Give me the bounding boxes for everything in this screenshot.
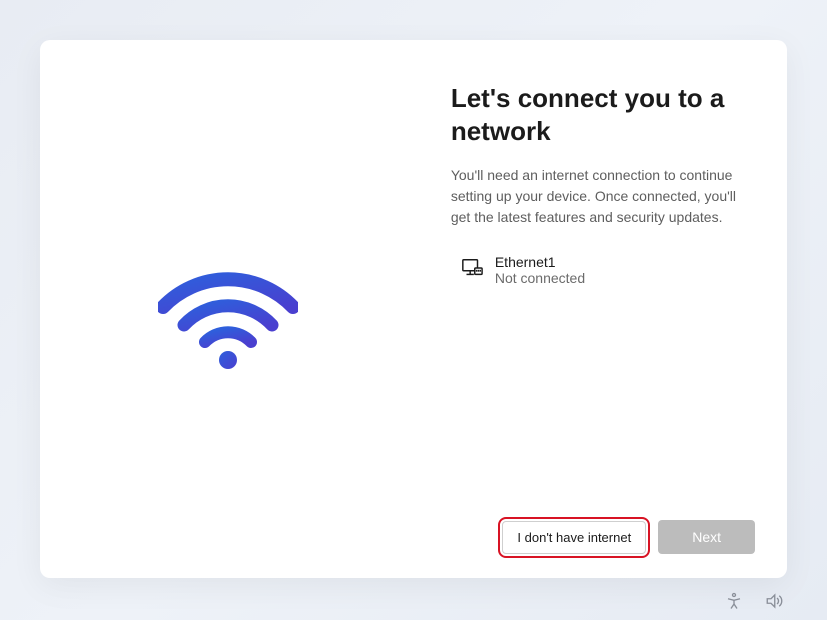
footer-buttons: I don't have internet Next bbox=[502, 520, 755, 554]
taskbar-icons bbox=[725, 592, 783, 610]
volume-icon[interactable] bbox=[765, 592, 783, 610]
next-button[interactable]: Next bbox=[658, 520, 755, 554]
wifi-icon bbox=[158, 262, 298, 372]
accessibility-icon[interactable] bbox=[725, 592, 743, 610]
network-name: Ethernet1 bbox=[495, 254, 585, 270]
page-title: Let's connect you to a network bbox=[451, 82, 731, 147]
network-item-ethernet[interactable]: Ethernet1 Not connected bbox=[451, 250, 747, 290]
illustration-column bbox=[40, 40, 451, 578]
page-description: You'll need an internet connection to co… bbox=[451, 165, 747, 228]
no-internet-button[interactable]: I don't have internet bbox=[502, 521, 646, 554]
content-column: Let's connect you to a network You'll ne… bbox=[451, 40, 787, 578]
network-status: Not connected bbox=[495, 270, 585, 286]
network-text: Ethernet1 Not connected bbox=[495, 254, 585, 286]
ethernet-monitor-icon bbox=[461, 257, 483, 284]
setup-panel: Let's connect you to a network You'll ne… bbox=[40, 40, 787, 578]
